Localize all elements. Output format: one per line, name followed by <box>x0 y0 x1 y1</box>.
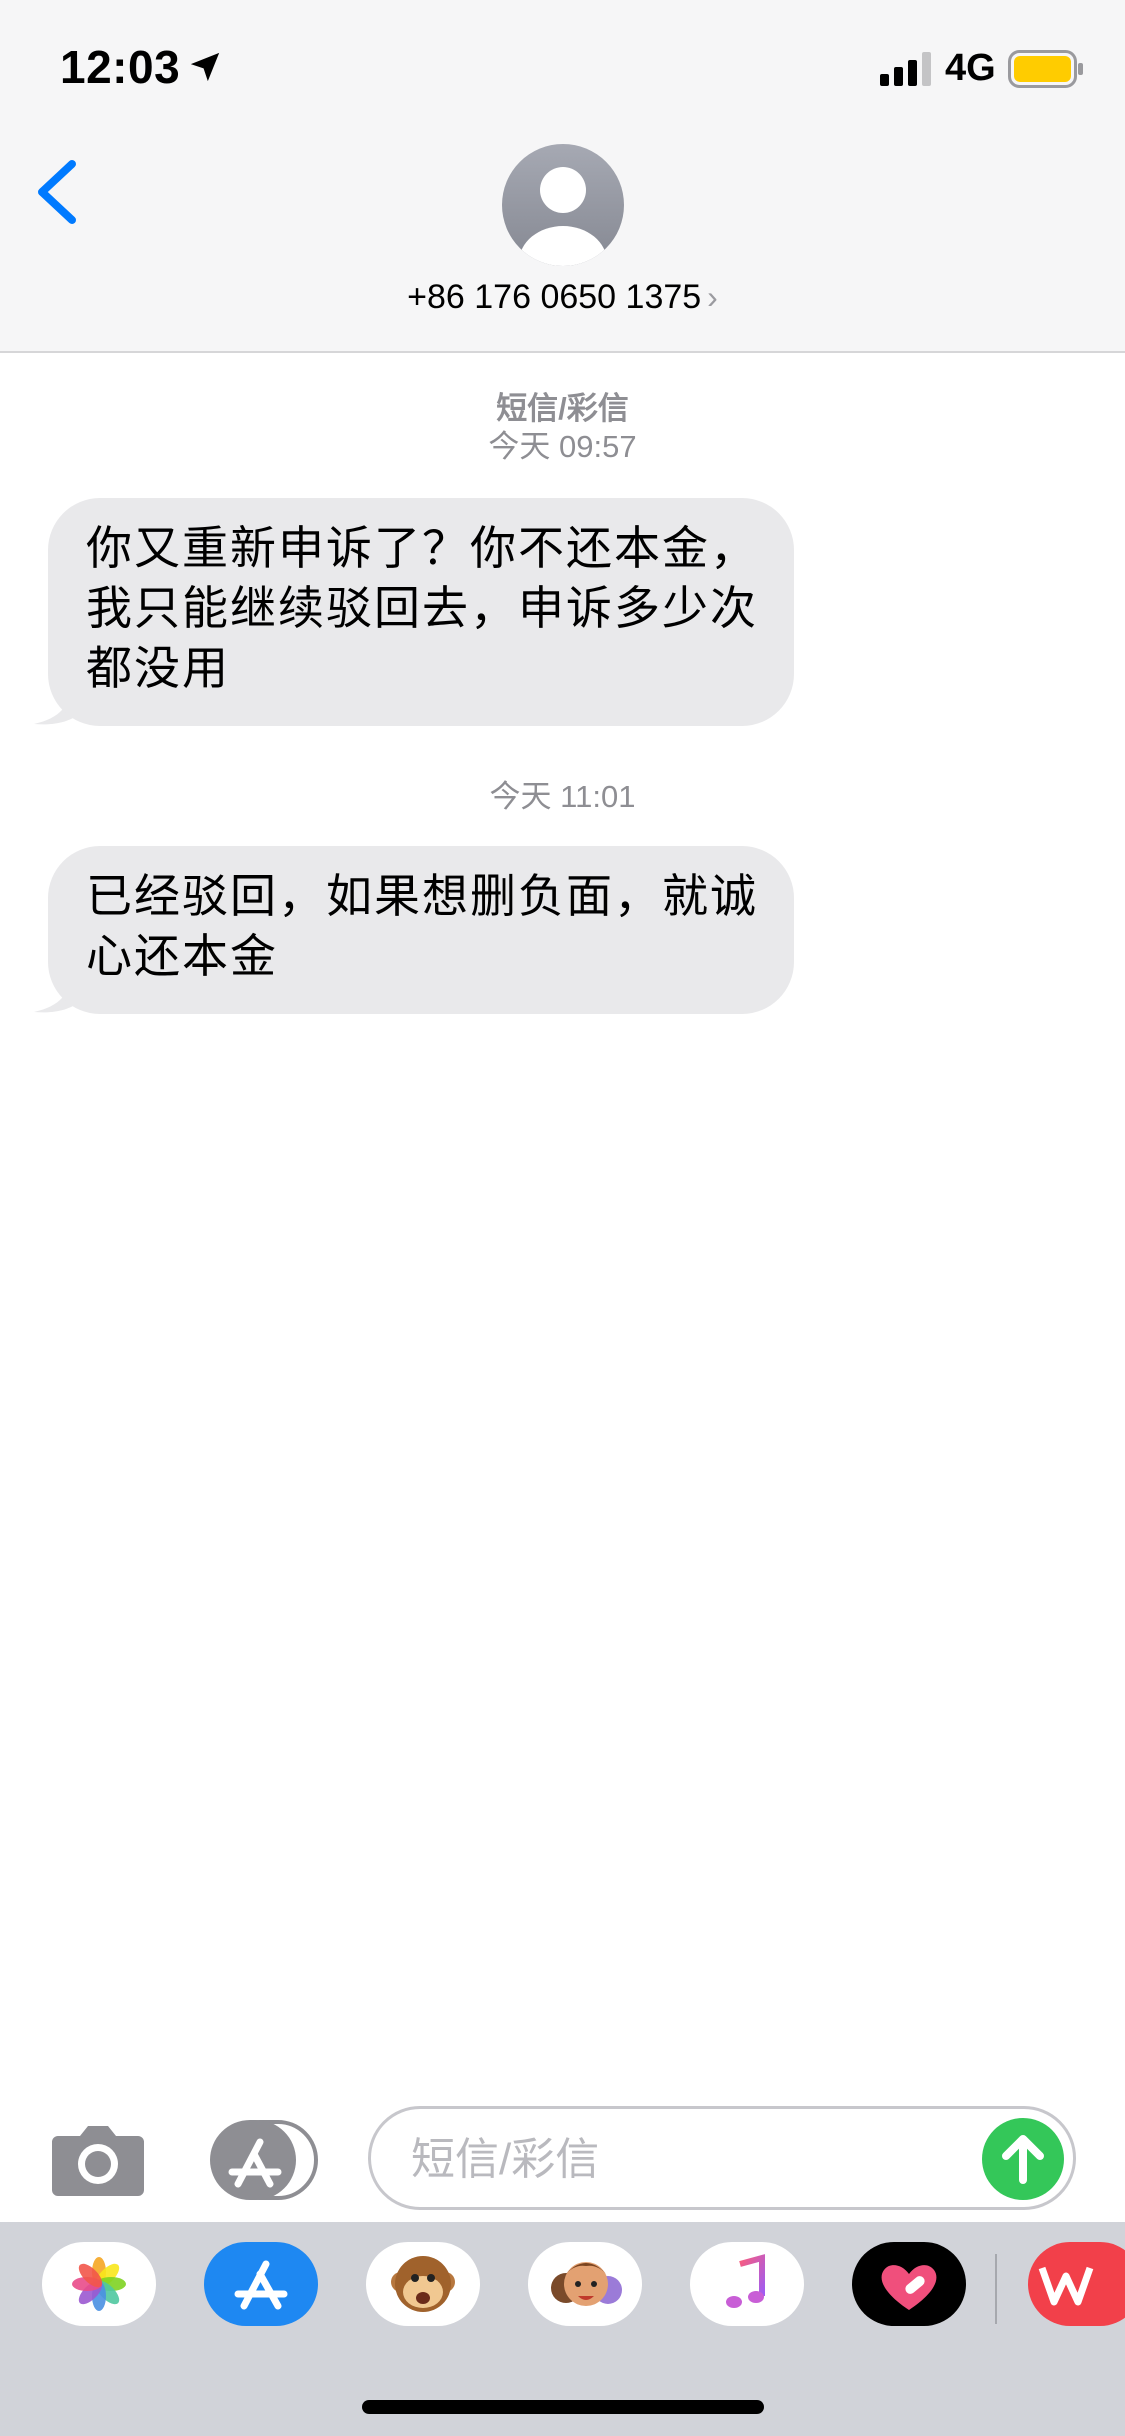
arrow-up-icon <box>1002 2135 1044 2184</box>
animoji-icon <box>391 2256 455 2312</box>
message-meta: 今天 11:01 <box>0 778 1125 816</box>
send-button[interactable] <box>982 2118 1064 2200</box>
status-time: 12:03 <box>60 41 181 93</box>
message-text: 已经驳回，如果想删负面，就诚心还本金 <box>86 870 758 982</box>
photos-app[interactable] <box>42 2242 156 2326</box>
cellular-signal-icon <box>880 52 931 86</box>
animoji-app[interactable] <box>366 2242 480 2326</box>
contact-name[interactable]: +86 176 0650 1375 › <box>0 278 1125 317</box>
battery-icon <box>1008 50 1083 88</box>
memoji-app[interactable] <box>528 2242 642 2326</box>
heart-app[interactable] <box>852 2242 966 2326</box>
photos-icon <box>72 2257 126 2311</box>
chevron-right-icon: › <box>707 279 718 315</box>
app-store-app[interactable] <box>204 2242 318 2326</box>
wps-icon <box>1038 2266 1094 2306</box>
wps-app[interactable] <box>1028 2242 1125 2326</box>
message-composer <box>368 2106 1076 2210</box>
memoji-icon <box>551 2262 622 2306</box>
network-type: 4G <box>945 47 996 89</box>
message-bubble[interactable]: 你又重新申诉了？你不还本金，我只能继续驳回去，申诉多少次都没用 <box>48 498 794 726</box>
contact-number: +86 176 0650 1375 <box>407 278 702 316</box>
imessage-app-drawer <box>0 2222 1125 2436</box>
location-arrow-icon <box>190 52 220 82</box>
timestamp: 今天 11:01 <box>489 779 636 814</box>
music-icon <box>726 2254 765 2308</box>
app-store-apps-icon[interactable] <box>208 2118 318 2202</box>
message-text: 你又重新申诉了？你不还本金，我只能继续驳回去，申诉多少次都没用 <box>86 522 758 694</box>
camera-icon[interactable] <box>50 2122 146 2198</box>
back-chevron-icon[interactable] <box>28 152 88 232</box>
conversation-header: 12:03 4G +86 176 0650 1375 › <box>0 0 1125 353</box>
message-input[interactable] <box>409 2127 953 2193</box>
app-store-icon <box>234 2260 288 2310</box>
drawer-divider <box>995 2254 997 2324</box>
home-indicator[interactable] <box>362 2400 764 2414</box>
heart-app-icon <box>881 2265 937 2310</box>
message-meta: 短信/彩信 今天 09:57 <box>0 390 1125 466</box>
timestamp: 今天 09:57 <box>488 429 637 464</box>
service-label: 短信/彩信 <box>496 391 629 426</box>
contact-avatar[interactable] <box>502 144 624 266</box>
message-bubble[interactable]: 已经驳回，如果想删负面，就诚心还本金 <box>48 846 794 1014</box>
music-app[interactable] <box>690 2242 804 2326</box>
